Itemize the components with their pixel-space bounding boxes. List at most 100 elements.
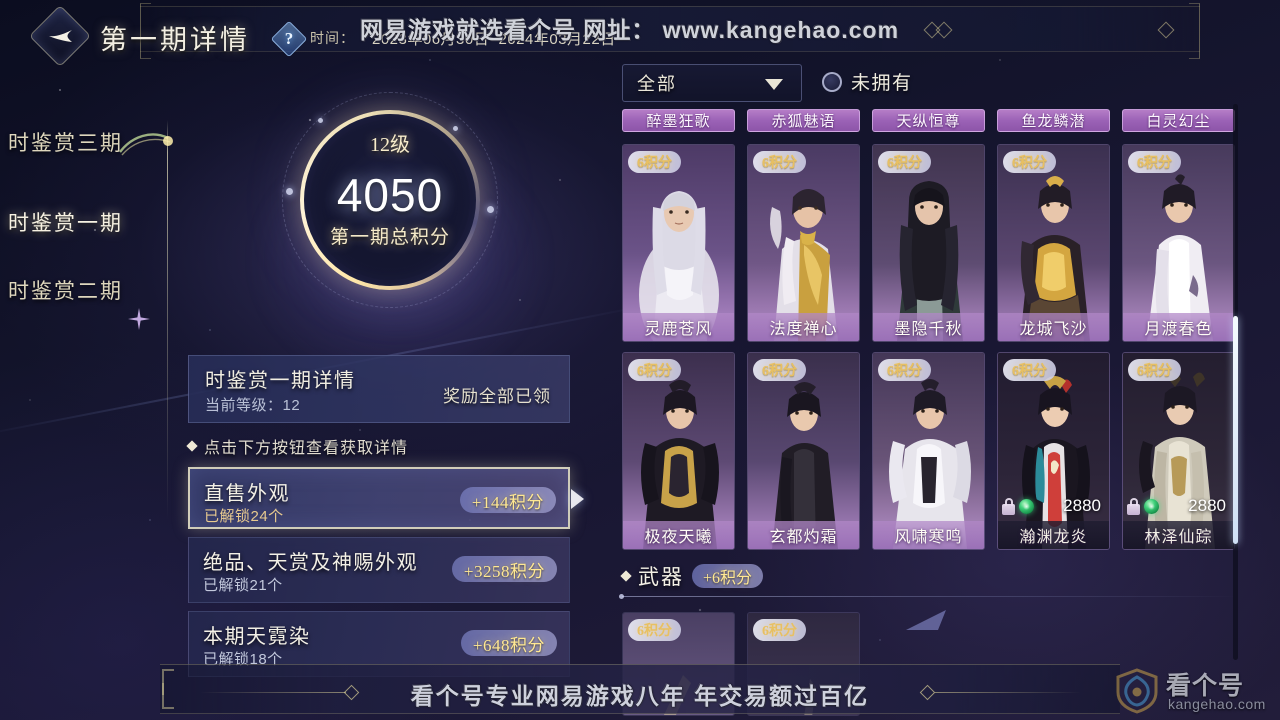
detail-row-points-badge: +144积分 [459, 487, 556, 513]
detail-row-direct-sale[interactable]: 直售外观 已解锁24个 +144积分 [188, 467, 584, 529]
set-tag[interactable]: 白灵幻尘 [1122, 109, 1235, 132]
set-tag[interactable]: 醉墨狂歌 [622, 109, 735, 132]
vertical-scrollbar[interactable] [1233, 104, 1238, 660]
total-score-ring: 12级 4050 第一期总积分 [282, 92, 498, 308]
sidebar-item-season-3[interactable]: 时鉴赏三期 [8, 120, 164, 164]
character-art [1123, 353, 1234, 549]
card-points-badge: 6积分 [753, 151, 806, 173]
game-screen: 第一期详情 ? 时间： 2023年06月30日~2024年03月22日 网易游戏… [0, 0, 1280, 720]
score-ring-dot [487, 206, 494, 213]
green-gem-icon [1144, 498, 1159, 514]
appearance-card-locked[interactable]: 6积分 2880 林泽仙踪 [1122, 352, 1235, 550]
card-points-badge: 6积分 [753, 619, 806, 641]
set-tag[interactable]: 天纵恒尊 [872, 109, 985, 132]
lock-icon [1127, 497, 1140, 515]
score-ring-dot [318, 118, 323, 123]
content-pane: 全部 未拥有 醉墨狂歌 赤狐魅语 天纵恒尊 鱼龙鳞潜 白灵幻尘 6积分 灵鹿苍风… [600, 56, 1260, 716]
card-name: 玄都灼霜 [748, 521, 859, 549]
back-arrow-icon [46, 28, 76, 44]
diamond-bullet-icon [620, 570, 632, 582]
banner-text: 看个号专业网易游戏八年 年交易额过百亿 [410, 683, 870, 709]
detail-row-unlocked-count: 已解锁24个 [204, 508, 284, 525]
chevron-down-icon [765, 79, 783, 90]
character-art [998, 145, 1109, 341]
diamond-bullet-icon [186, 440, 198, 452]
lock-icon [1002, 497, 1015, 515]
weapon-section-divider [619, 594, 1240, 599]
card-points-badge: 6积分 [628, 619, 681, 641]
character-art [623, 353, 734, 549]
banner-diamond-icon [343, 684, 360, 701]
scrollbar-thumb[interactable] [1233, 316, 1238, 544]
card-price: 2880 [1188, 496, 1226, 515]
appearance-card[interactable]: 6积分 法度禅心 [747, 144, 860, 342]
detail-panel-hint: 点击下方按钮查看获取详情 [186, 433, 570, 459]
card-points-badge: 6积分 [628, 359, 681, 381]
card-row: 6积分 灵鹿苍风 6积分 法度禅心 6积分 墨隐千秋 6积分 龙城飞沙 6积分 … [622, 144, 1242, 342]
card-points-badge: 6积分 [1003, 151, 1056, 173]
set-tag[interactable]: 赤狐魅语 [747, 109, 860, 132]
character-art [748, 145, 859, 341]
site-logo-watermark: 看个号 kangehao.com [1110, 662, 1280, 720]
appearance-card-locked[interactable]: 6积分 2880 瀚渊龙炎 [997, 352, 1110, 550]
selected-row-arrow-icon [571, 489, 584, 509]
detail-panel-header: 时鉴赏一期详情 当前等级：12 奖励全部已领 [188, 355, 570, 423]
card-price-row: 2880 [1002, 495, 1103, 517]
category-filter-dropdown[interactable]: 全部 [622, 64, 802, 102]
shield-logo-icon [1114, 668, 1160, 714]
unowned-filter-label: 未拥有 [851, 73, 913, 94]
character-art [623, 145, 734, 341]
weapon-section-header: 武器 +6积分 [620, 561, 764, 591]
appearance-card[interactable]: 6积分 极夜天曦 [622, 352, 735, 550]
detail-panel-current-level: 当前等级：12 [205, 397, 301, 414]
sidebar: 时鉴赏一期 时鉴赏二期 时鉴赏三期 [0, 120, 173, 550]
appearance-card[interactable]: 6积分 月渡春色 [1122, 144, 1235, 342]
card-name: 墨隐千秋 [873, 313, 984, 341]
set-tag[interactable]: 鱼龙鳞潜 [997, 109, 1110, 132]
score-ring-dot [286, 188, 293, 195]
appearance-card[interactable]: 6积分 灵鹿苍风 [622, 144, 735, 342]
card-points-badge: 6积分 [878, 151, 931, 173]
set-tag-list: 醉墨狂歌 赤狐魅语 天纵恒尊 鱼龙鳞潜 白灵幻尘 [622, 109, 1240, 132]
reward-status-label: 奖励全部已领 [443, 387, 551, 406]
detail-row-unlocked-count: 已解锁21个 [203, 577, 283, 594]
card-price-row: 2880 [1127, 495, 1228, 517]
character-art [748, 353, 859, 549]
card-points-badge: 6积分 [1128, 359, 1181, 381]
detail-row-premium-appearance[interactable]: 绝品、天赏及神赐外观 已解锁21个 +3258积分 [188, 537, 570, 603]
time-value: 2023年06月30日~2024年03月22日 [372, 31, 616, 48]
card-name: 龙城飞沙 [998, 313, 1109, 341]
card-name: 瀚渊龙炎 [998, 521, 1109, 549]
banner-rule [935, 692, 1081, 693]
appearance-card[interactable]: 6积分 龙城飞沙 [997, 144, 1110, 342]
help-icon[interactable]: ? [270, 20, 308, 58]
weapon-section-title: 武器 [638, 565, 684, 589]
detail-panel-title: 时鉴赏一期详情 [205, 370, 356, 392]
time-label: 时间： [310, 30, 355, 46]
appearance-card[interactable]: 6积分 玄都灼霜 [747, 352, 860, 550]
detail-row-points-badge: +3258积分 [451, 556, 557, 582]
unowned-filter-checkbox[interactable]: 未拥有 [822, 68, 913, 95]
banner-diamond-icon [919, 684, 936, 701]
back-button[interactable] [28, 4, 92, 68]
detail-row-points-badge: +648积分 [460, 630, 557, 656]
green-gem-icon [1019, 498, 1034, 514]
banner-rule [200, 692, 346, 693]
score-caption: 第一期总积分 [329, 227, 450, 248]
sidebar-item-season-2[interactable]: 时鉴赏二期 [8, 268, 164, 312]
character-art [1123, 145, 1234, 341]
character-art [873, 353, 984, 549]
sidebar-item-label: 时鉴赏一期 [8, 211, 123, 235]
sidebar-item-season-1[interactable]: 时鉴赏一期 [8, 200, 164, 244]
page-title: 第一期详情 [100, 25, 250, 55]
appearance-card[interactable]: 6积分 墨隐千秋 [872, 144, 985, 342]
bottom-watermark-banner: 看个号专业网易游戏八年 年交易额过百亿 [160, 664, 1120, 714]
card-name: 月渡春色 [1123, 313, 1234, 341]
character-art [998, 353, 1109, 549]
appearance-card-grid: 6积分 灵鹿苍风 6积分 法度禅心 6积分 墨隐千秋 6积分 龙城飞沙 6积分 … [622, 144, 1242, 560]
appearance-card[interactable]: 6积分 风啸寒鸣 [872, 352, 985, 550]
logo-name: 看个号 [1166, 672, 1245, 700]
checkbox-circle-icon [822, 71, 842, 92]
character-art [873, 145, 984, 341]
detail-panel-hint-text: 点击下方按钮查看获取详情 [204, 440, 409, 457]
